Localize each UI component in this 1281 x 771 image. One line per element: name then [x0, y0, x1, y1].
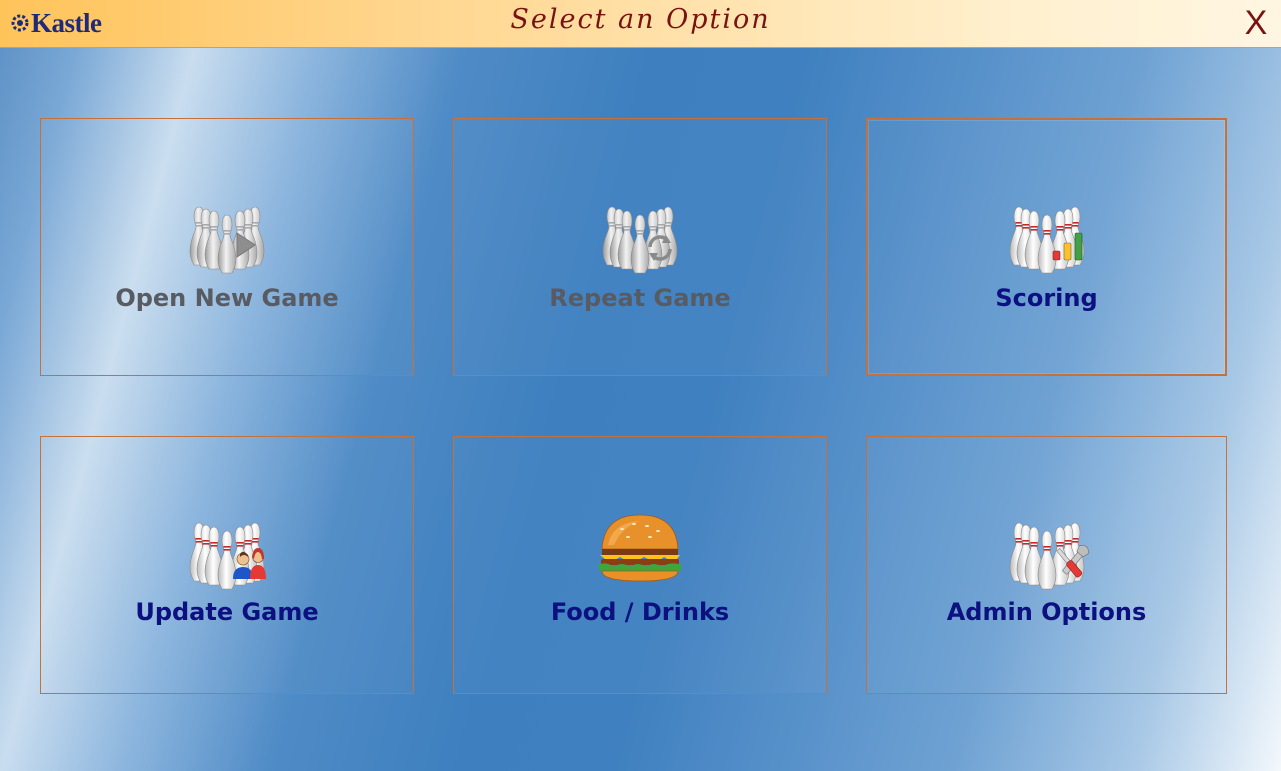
- bowling-pins-chart-icon: [999, 181, 1095, 277]
- food-drinks-button[interactable]: Food / Drinks: [453, 436, 827, 694]
- scoring-button[interactable]: Scoring: [866, 118, 1227, 376]
- admin-options-button[interactable]: Admin Options: [866, 436, 1227, 694]
- title-bar: Kastle Select an Option X: [0, 0, 1281, 48]
- open-new-game-button[interactable]: Open New Game: [40, 118, 414, 376]
- scoring-label: Scoring: [995, 284, 1098, 312]
- repeat-game-label: Repeat Game: [549, 284, 731, 312]
- food-drinks-label: Food / Drinks: [550, 598, 730, 626]
- burger-icon: [598, 514, 682, 582]
- window-title: Select an Option: [510, 4, 771, 35]
- update-game-button[interactable]: Update Game: [40, 436, 414, 694]
- bowling-pins-play-icon: [179, 181, 275, 277]
- open-new-game-label: Open New Game: [115, 284, 339, 312]
- bowling-pins-users-icon: [179, 497, 266, 593]
- admin-options-label: Admin Options: [946, 598, 1147, 626]
- close-button[interactable]: X: [1241, 4, 1271, 42]
- repeat-game-button[interactable]: Repeat Game: [453, 118, 827, 376]
- update-game-label: Update Game: [135, 598, 319, 626]
- bowling-pins-repeat-icon: [592, 181, 688, 277]
- bowling-pins-tools-icon: [999, 497, 1089, 593]
